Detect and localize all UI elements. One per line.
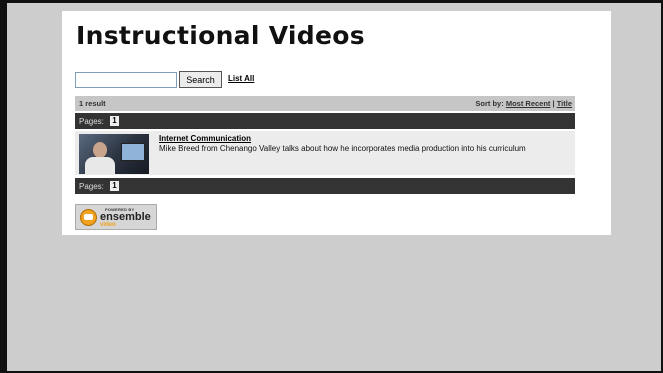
pagination-bottom: Pages: 1 bbox=[75, 178, 575, 194]
list-all-link[interactable]: List All bbox=[228, 74, 254, 83]
sort-title-link[interactable]: Title bbox=[557, 99, 572, 108]
search-input[interactable] bbox=[75, 72, 177, 88]
results-header: 1 result Sort by: Most Recent | Title bbox=[75, 96, 575, 111]
badge-sub: video bbox=[100, 222, 116, 228]
list-item: Internet Communication Mike Breed from C… bbox=[75, 131, 575, 175]
sort-label: Sort by: bbox=[475, 99, 504, 108]
search-button[interactable]: Search bbox=[179, 71, 222, 88]
window-frame-top bbox=[0, 0, 663, 3]
powered-by-ensemble-badge[interactable]: POWERED BY ensemble video bbox=[75, 204, 157, 230]
video-thumbnail[interactable] bbox=[79, 134, 149, 174]
thumbnail-monitor bbox=[121, 143, 145, 161]
page-number-button[interactable]: 1 bbox=[110, 116, 119, 126]
page-number-button[interactable]: 1 bbox=[110, 181, 119, 191]
content-panel: Instructional Videos Search List All 1 r… bbox=[62, 11, 611, 235]
pagination-top: Pages: 1 bbox=[75, 113, 575, 129]
window-frame-left bbox=[0, 0, 7, 373]
sort-controls: Sort by: Most Recent | Title bbox=[475, 99, 572, 108]
video-description: Mike Breed from Chenango Valley talks ab… bbox=[159, 144, 526, 153]
thumbnail-person-head bbox=[93, 142, 107, 158]
page-title: Instructional Videos bbox=[76, 21, 365, 50]
video-title-link[interactable]: Internet Communication bbox=[159, 134, 251, 143]
thumbnail-person-body bbox=[85, 157, 115, 174]
result-count: 1 result bbox=[79, 99, 106, 108]
pages-label: Pages: bbox=[79, 117, 104, 126]
pages-label: Pages: bbox=[79, 182, 104, 191]
ensemble-logo-icon bbox=[80, 209, 97, 226]
sort-most-recent-link[interactable]: Most Recent bbox=[506, 99, 551, 108]
